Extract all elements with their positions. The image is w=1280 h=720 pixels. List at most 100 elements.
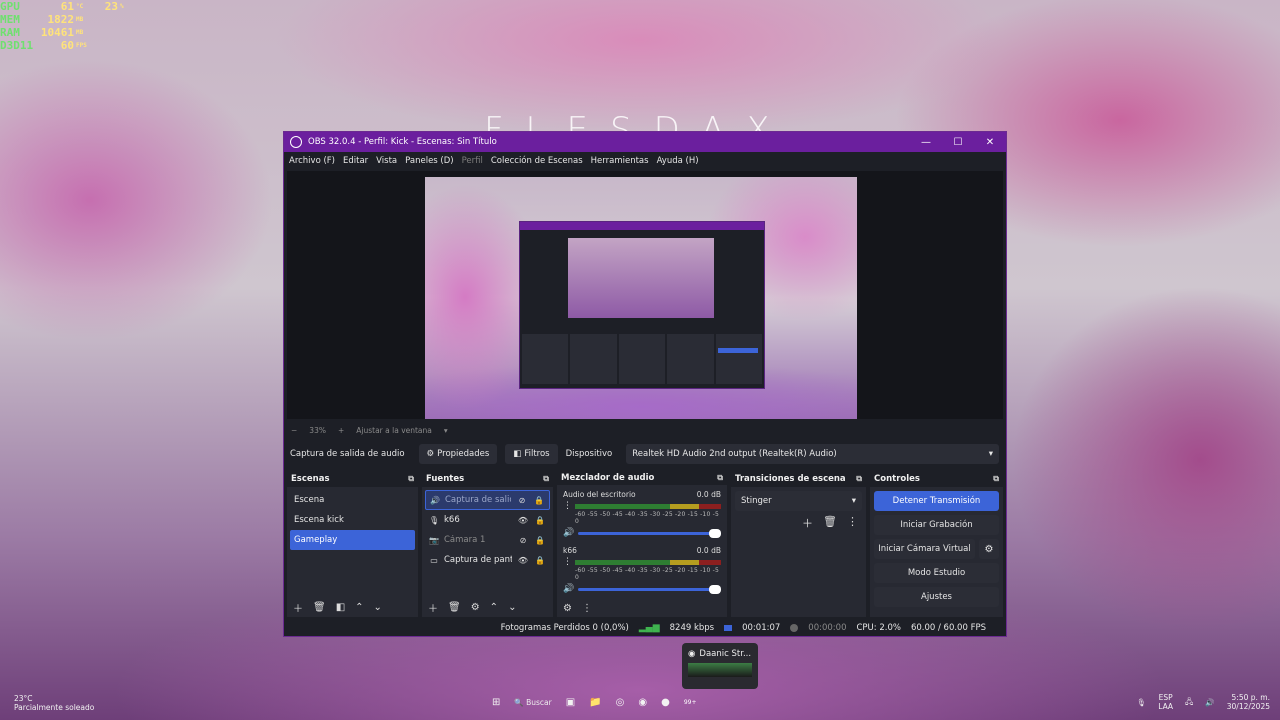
controls-header: Controles ⧉ <box>870 471 1003 487</box>
fit-window-label[interactable]: Ajustar a la ventana <box>356 426 432 435</box>
scenes-list: Escena Escena kick Gameplay <box>287 487 418 597</box>
zoom-out-button[interactable]: − <box>291 426 297 435</box>
filter-icon[interactable]: ◧ <box>336 602 345 613</box>
lock-icon[interactable]: 🔒 <box>533 496 545 505</box>
search-button[interactable]: 🔍 Buscar <box>514 698 551 707</box>
scenes-header: Escenas ⧉ <box>287 471 418 487</box>
language-indicator[interactable]: ESP LAA <box>1158 693 1173 711</box>
add-icon[interactable]: ＋ <box>428 600 438 615</box>
trash-icon[interactable]: 🗑 <box>448 602 461 613</box>
maximize-button[interactable]: ☐ <box>942 132 974 152</box>
close-button[interactable]: ✕ <box>974 132 1006 152</box>
undock-icon[interactable]: ⧉ <box>543 474 549 484</box>
gear-icon[interactable]: ⚙ <box>471 602 480 613</box>
kebab-menu-icon[interactable]: ⋮ <box>582 603 592 614</box>
minimize-button[interactable]: — <box>910 132 942 152</box>
app-icon[interactable]: ▣ <box>566 697 575 708</box>
volume-icon[interactable]: 🔊 <box>1205 698 1214 707</box>
add-icon[interactable]: ＋ <box>293 600 303 615</box>
kebab-menu-icon[interactable]: ⋮ <box>563 557 572 567</box>
advanced-audio-icon[interactable]: ⚙ <box>563 603 572 614</box>
chevron-down-icon: ▾ <box>988 449 993 459</box>
zoom-in-button[interactable]: + <box>338 426 344 435</box>
preview-canvas[interactable] <box>425 177 857 419</box>
properties-button[interactable]: ⚙ Propiedades <box>418 444 498 464</box>
menu-editar[interactable]: Editar <box>343 156 368 166</box>
stat-name: MEM <box>0 13 20 26</box>
weather-widget[interactable]: 23°C Parcialmente soleado <box>14 694 94 712</box>
lock-icon[interactable]: 🔒 <box>534 536 546 545</box>
stat-unit: MB <box>76 29 84 36</box>
preview-area[interactable] <box>287 171 1003 419</box>
move-down-icon[interactable]: ⌄ <box>508 602 516 613</box>
source-label: Captura de panta <box>444 555 512 565</box>
menu-vista[interactable]: Vista <box>376 156 397 166</box>
undock-icon[interactable]: ⧉ <box>993 474 999 484</box>
speaker-icon[interactable]: 🔊 <box>563 528 574 538</box>
start-icon[interactable]: ⊞ <box>492 697 500 708</box>
filters-button[interactable]: ◧ Filtros <box>505 444 558 464</box>
menu-ayuda[interactable]: Ayuda (H) <box>657 156 699 166</box>
move-down-icon[interactable]: ⌄ <box>374 602 382 613</box>
menu-paneles[interactable]: Paneles (D) <box>405 156 453 166</box>
start-recording-button[interactable]: Iniciar Grabación <box>874 515 999 535</box>
undock-icon[interactable]: ⧉ <box>408 474 414 484</box>
stop-stream-button[interactable]: Detener Transmisión <box>874 491 999 511</box>
network-icon[interactable]: 🖧 <box>1185 696 1193 709</box>
volume-knob[interactable] <box>709 584 721 594</box>
status-bar: Fotogramas Perdidos 0 (0,0%) ▂▄▆ 8249 kb… <box>284 619 1006 637</box>
folder-icon[interactable]: 📁 <box>589 697 601 708</box>
volume-knob[interactable] <box>709 528 721 538</box>
lock-icon[interactable]: 🔒 <box>534 556 546 565</box>
trash-icon[interactable]: 🗑 <box>313 602 326 613</box>
eye-icon[interactable]: 👁 <box>517 516 529 525</box>
speaker-icon[interactable]: 🔊 <box>563 584 574 594</box>
lock-icon[interactable]: 🔒 <box>534 516 546 525</box>
eye-icon[interactable]: 👁 <box>517 556 529 565</box>
performance-overlay: GPU 61 °C 23 % MEM 1822 MB RAM 10461 MB … <box>0 0 140 52</box>
scene-item-active[interactable]: Gameplay <box>290 530 415 550</box>
source-item[interactable]: 🔊 Captura de salida ⊘ 🔒 <box>425 490 550 510</box>
studio-mode-button[interactable]: Modo Estudio <box>874 563 999 583</box>
stat-value: 61 <box>60 0 74 13</box>
taskbar-thumbnail[interactable]: ◉ Daanic Str... <box>682 643 758 689</box>
transition-select[interactable]: Stinger ▾ <box>735 491 862 511</box>
volume-slider[interactable] <box>578 584 721 594</box>
device-select[interactable]: Realtek HD Audio 2nd output (Realtek(R) … <box>626 444 999 464</box>
move-up-icon[interactable]: ⌃ <box>355 602 363 613</box>
add-icon[interactable]: ＋ <box>802 515 813 531</box>
kebab-menu-icon[interactable]: ⋮ <box>563 501 572 511</box>
source-label: k66 <box>444 515 460 525</box>
move-up-icon[interactable]: ⌃ <box>490 602 498 613</box>
clock[interactable]: 5:50 p. m. 30/12/2025 <box>1227 693 1270 711</box>
undock-icon[interactable]: ⧉ <box>856 474 862 484</box>
thumbnail-image <box>688 663 752 677</box>
dropped-frames: Fotogramas Perdidos 0 (0,0%) <box>500 623 629 633</box>
trash-icon[interactable]: 🗑 <box>823 515 837 531</box>
menu-herramientas[interactable]: Herramientas <box>591 156 649 166</box>
undock-icon[interactable]: ⧉ <box>717 473 723 483</box>
volume-slider[interactable] <box>578 528 721 538</box>
source-item[interactable]: 📷 Cámara 1 ⊘ 🔒 <box>425 530 550 550</box>
chrome-icon[interactable]: ◉ <box>638 697 647 708</box>
gear-icon[interactable]: ⚙ <box>979 539 999 559</box>
menu-archivo[interactable]: Archivo (F) <box>289 156 335 166</box>
scene-item[interactable]: Escena <box>290 490 415 510</box>
source-item[interactable]: ▭ Captura de panta 👁 🔒 <box>425 550 550 570</box>
source-item[interactable]: 🎙 k66 👁 🔒 <box>425 510 550 530</box>
zoom-dropdown-icon[interactable]: ▾ <box>444 426 448 435</box>
title-bar[interactable]: OBS 32.0.4 - Perfil: Kick - Escenas: Sin… <box>284 132 1006 152</box>
obs-icon[interactable]: ● <box>661 697 670 708</box>
microphone-icon[interactable]: 🎙 <box>1137 698 1147 707</box>
settings-button[interactable]: Ajustes <box>874 587 999 607</box>
stat-ram: RAM 10461 MB <box>0 26 140 39</box>
menu-perfil[interactable]: Perfil <box>462 156 483 166</box>
eye-hidden-icon[interactable]: ⊘ <box>517 536 529 545</box>
kebab-menu-icon[interactable]: ⋮ <box>847 515 858 531</box>
eye-hidden-icon[interactable]: ⊘ <box>516 496 528 505</box>
edge-icon[interactable]: ◎ <box>616 697 625 708</box>
zoom-level: 33% <box>309 425 326 435</box>
menu-coleccion[interactable]: Colección de Escenas <box>491 156 583 166</box>
start-virtual-camera-button[interactable]: Iniciar Cámara Virtual <box>874 539 975 559</box>
scene-item[interactable]: Escena kick <box>290 510 415 530</box>
